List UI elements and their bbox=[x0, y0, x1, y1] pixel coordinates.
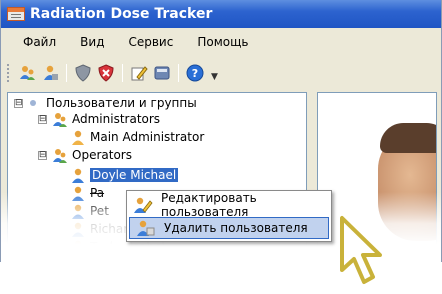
tree-root[interactable]: Пользователи и группы bbox=[30, 95, 197, 111]
menu-edit-user-label: Редактировать пользователя bbox=[161, 191, 257, 219]
user-icon bbox=[70, 221, 86, 237]
context-menu: Редактировать пользователя Удалить польз… bbox=[126, 190, 332, 242]
menu-help[interactable]: Помощь bbox=[197, 35, 248, 49]
tree-group-administrators[interactable]: Administrators bbox=[52, 111, 160, 127]
toolbar-separator bbox=[178, 64, 179, 82]
toolbar-overflow-icon[interactable]: ▼ bbox=[211, 72, 218, 82]
edit-user-icon bbox=[133, 195, 153, 215]
user-icon bbox=[70, 185, 86, 201]
user-photo-hair bbox=[380, 123, 436, 153]
users-icon[interactable] bbox=[41, 64, 59, 82]
toolbar: ? ▼ bbox=[7, 60, 218, 86]
menu-delete-user[interactable]: Удалить пользователя bbox=[129, 217, 329, 239]
root-node-icon bbox=[30, 100, 36, 106]
cursor-arrow-icon bbox=[340, 216, 382, 284]
user-label: Pa bbox=[90, 186, 105, 200]
group-label: Operators bbox=[72, 148, 132, 162]
help-icon[interactable]: ? bbox=[186, 64, 204, 82]
tree-user-main-administrator[interactable]: Main Administrator bbox=[70, 129, 204, 145]
user-icon bbox=[70, 167, 86, 183]
user-label-selected: Doyle Michael bbox=[90, 168, 179, 182]
menu-delete-user-label: Удалить пользователя bbox=[164, 221, 308, 235]
tree-user[interactable]: Pet bbox=[70, 203, 109, 219]
tree-root-label: Пользователи и группы bbox=[46, 96, 197, 110]
tree-user-doyle-michael[interactable]: Doyle Michael bbox=[70, 167, 179, 183]
tree-expander[interactable]: ⊟ bbox=[14, 99, 23, 108]
shield-icon[interactable] bbox=[74, 64, 92, 82]
tree-group-operators[interactable]: Operators bbox=[52, 147, 132, 163]
menu-file[interactable]: Файл bbox=[23, 35, 56, 49]
menu-edit-user[interactable]: Редактировать пользователя bbox=[129, 191, 329, 219]
app-icon bbox=[7, 7, 25, 21]
user-label: Pet bbox=[90, 204, 109, 218]
menu-tools[interactable]: Сервис bbox=[128, 35, 173, 49]
window-title: Radiation Dose Tracker bbox=[30, 6, 213, 22]
user-icon bbox=[70, 203, 86, 219]
tree-expander[interactable]: ⊟ bbox=[38, 115, 47, 124]
svg-text:?: ? bbox=[192, 67, 198, 80]
user-icon bbox=[70, 239, 86, 255]
title-bar[interactable]: Radiation Dose Tracker bbox=[1, 0, 441, 28]
group-icon bbox=[52, 111, 68, 127]
shield-remove-icon[interactable] bbox=[97, 64, 115, 82]
group-icon bbox=[52, 147, 68, 163]
toolbar-grip[interactable] bbox=[7, 64, 10, 82]
tree-user[interactable]: Pa bbox=[70, 185, 104, 201]
edit-icon[interactable] bbox=[130, 64, 148, 82]
add-user-icon[interactable] bbox=[18, 64, 36, 82]
toolbar-separator bbox=[66, 64, 67, 82]
database-icon[interactable] bbox=[153, 64, 171, 82]
toolbar-separator bbox=[122, 64, 123, 82]
delete-user-icon bbox=[134, 218, 156, 238]
user-label: Taylor Isabel bbox=[90, 240, 165, 254]
tree-expander[interactable]: ⊟ bbox=[38, 151, 47, 160]
menu-bar: Файл Вид Сервис Помощь bbox=[1, 30, 441, 54]
user-icon bbox=[70, 129, 86, 145]
user-label: Main Administrator bbox=[90, 130, 205, 144]
menu-view[interactable]: Вид bbox=[80, 35, 104, 49]
group-label: Administrators bbox=[72, 112, 161, 126]
